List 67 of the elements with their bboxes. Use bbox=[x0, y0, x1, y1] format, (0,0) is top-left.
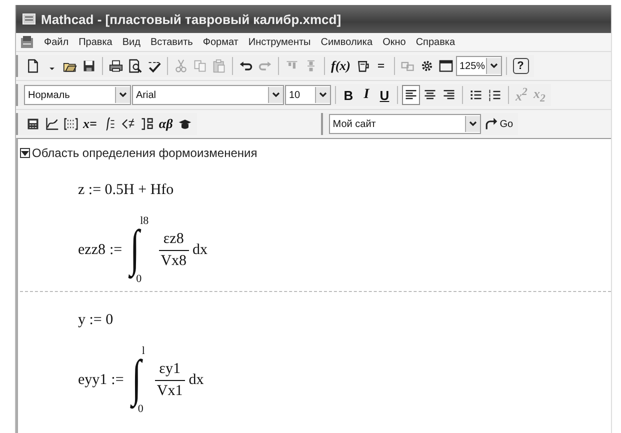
gear-icon[interactable] bbox=[420, 59, 434, 73]
dropdown-field[interactable]: Arial bbox=[132, 85, 284, 105]
toolbar-button[interactable]: f(x) bbox=[329, 56, 352, 76]
toolbar-button[interactable]: = bbox=[372, 56, 390, 76]
menu-item[interactable]: Окно bbox=[382, 36, 406, 48]
numerator: εy1 bbox=[158, 360, 182, 378]
page-magnifier-icon[interactable] bbox=[128, 59, 142, 73]
align-right-icon[interactable] bbox=[442, 88, 456, 102]
caret-icon bbox=[271, 90, 281, 100]
caret-icon bbox=[488, 61, 498, 71]
region-title: Область определения формоизменения bbox=[32, 146, 258, 160]
differential: dx bbox=[192, 242, 208, 258]
caret-icon bbox=[468, 119, 478, 129]
window-icon[interactable] bbox=[438, 59, 452, 73]
menu-item[interactable]: Вид bbox=[122, 36, 140, 48]
numerator: εz8 bbox=[162, 230, 185, 248]
dropdown-field[interactable]: 125% bbox=[456, 56, 502, 76]
window-title: Mathcad - [пластовый тавровый калибр.xmcd] bbox=[41, 12, 342, 26]
align-left-icon[interactable] bbox=[404, 88, 418, 102]
matrix-icon[interactable] bbox=[64, 117, 78, 131]
math-expression: y := 0 bbox=[78, 312, 114, 329]
app-icon bbox=[22, 12, 36, 26]
curved-arrow-icon bbox=[484, 117, 498, 131]
menu-item[interactable]: Вставить bbox=[150, 36, 193, 48]
align-center-icon[interactable] bbox=[423, 88, 437, 102]
menu-item[interactable]: Символика bbox=[320, 36, 373, 48]
bullet-list-icon[interactable] bbox=[469, 88, 483, 102]
assign-operator: := bbox=[109, 242, 122, 258]
programming-icon[interactable] bbox=[140, 117, 154, 131]
toolbar-button[interactable]: x= bbox=[81, 114, 99, 134]
cup-icon[interactable] bbox=[356, 59, 370, 73]
variable-name: ezz8 bbox=[78, 242, 106, 258]
denominator: Vx1 bbox=[154, 380, 185, 400]
checkmark-icon[interactable] bbox=[147, 59, 161, 73]
differential: dx bbox=[188, 372, 204, 388]
denominator: Vx8 bbox=[158, 250, 189, 270]
menu-item[interactable]: Правка bbox=[78, 36, 112, 48]
caret-icon bbox=[118, 90, 128, 100]
assign-operator: := bbox=[111, 372, 124, 388]
dropdown-field[interactable]: Нормаль bbox=[24, 85, 131, 105]
graph-icon[interactable] bbox=[45, 117, 59, 131]
toolbar-button[interactable]: B bbox=[340, 85, 357, 105]
caret-icon bbox=[318, 90, 328, 100]
toolbar-button[interactable]: αβ bbox=[156, 114, 175, 134]
collapse-toggle[interactable] bbox=[20, 148, 30, 158]
dropdown-field[interactable]: 10 bbox=[285, 85, 331, 105]
boolean-icon[interactable] bbox=[120, 117, 135, 131]
upper-limit: l8 bbox=[140, 215, 149, 227]
graduation-cap-icon[interactable] bbox=[178, 117, 192, 131]
go-button[interactable]: Go bbox=[482, 114, 516, 134]
toolbar-button[interactable]: I bbox=[358, 85, 375, 105]
document-icon[interactable] bbox=[20, 35, 34, 49]
math-expression: z := 0.5H + Hfo bbox=[78, 182, 174, 199]
toolbar-button[interactable]: U bbox=[376, 85, 393, 105]
menu-item[interactable]: Инструменты bbox=[248, 36, 311, 48]
menu-item[interactable]: Файл bbox=[44, 36, 69, 48]
menu-item[interactable]: Формат bbox=[202, 36, 238, 48]
page-icon[interactable] bbox=[26, 59, 40, 73]
calculator-icon[interactable] bbox=[26, 117, 40, 131]
upper-limit: l bbox=[142, 345, 145, 357]
menu-item[interactable]: Справка bbox=[416, 36, 456, 48]
numbered-list-icon[interactable] bbox=[488, 88, 502, 102]
undo-icon[interactable] bbox=[239, 59, 253, 73]
help-button[interactable]: ? bbox=[510, 56, 530, 76]
printer-icon[interactable] bbox=[109, 59, 123, 73]
variable-name: eyy1 bbox=[78, 372, 108, 388]
dropdown-field[interactable]: Мой сайт bbox=[328, 114, 481, 134]
